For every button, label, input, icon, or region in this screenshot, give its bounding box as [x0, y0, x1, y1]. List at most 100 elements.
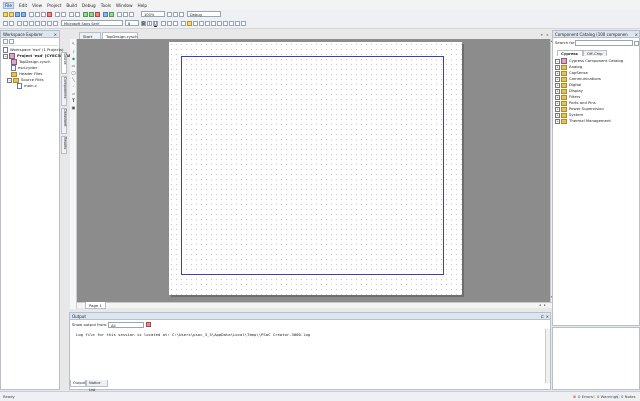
- pin-icon[interactable]: ⊏: [541, 313, 544, 320]
- catalog-item-system[interactable]: + System: [555, 112, 583, 118]
- text-align-center-icon[interactable]: [167, 21, 172, 26]
- delete-icon[interactable]: [47, 12, 52, 17]
- snap-icon[interactable]: [9, 21, 14, 26]
- rotate-icon[interactable]: [217, 21, 222, 26]
- catalog-item-filters[interactable]: + Filters: [555, 94, 580, 100]
- close-icon[interactable]: ×: [635, 31, 638, 38]
- dash-style-icon[interactable]: [211, 21, 216, 26]
- tab-list-dropdown-icon[interactable]: ▾: [541, 33, 543, 37]
- catalog-item-thermal-management[interactable]: + Thermal Management: [555, 118, 611, 124]
- expand-toggle-icon[interactable]: +: [555, 64, 560, 70]
- catalog-item-analog[interactable]: + Analog: [555, 64, 582, 70]
- side-tab-components[interactable]: Components: [61, 76, 67, 106]
- tab-cypress[interactable]: Cypress: [557, 50, 583, 56]
- catalog-item-display[interactable]: + Display: [555, 88, 583, 94]
- schematic-sheet[interactable]: [169, 42, 462, 295]
- collapse-toggle-icon[interactable]: −: [3, 53, 8, 59]
- save-all-icon[interactable]: [21, 12, 26, 17]
- rebuild-icon[interactable]: [89, 12, 94, 17]
- catalog-item-capsense[interactable]: + CapSense: [555, 70, 588, 76]
- undo-icon[interactable]: [55, 12, 60, 17]
- menu-help[interactable]: Help: [138, 3, 148, 8]
- paste-icon[interactable]: [41, 12, 46, 17]
- expand-toggle-icon[interactable]: +: [555, 70, 560, 76]
- scroll-left-icon[interactable]: ◂: [539, 303, 541, 307]
- rectangle-tool-icon[interactable]: ▭: [71, 63, 76, 68]
- new-file-icon[interactable]: [3, 12, 8, 17]
- tree-item-topdesign[interactable]: TopDesign.cysch: [11, 59, 51, 65]
- ungroup-icon[interactable]: [235, 21, 240, 26]
- line-tool-icon[interactable]: ╲: [71, 77, 76, 82]
- zoom-combo[interactable]: 100%: [141, 11, 165, 17]
- menu-project[interactable]: Project: [47, 3, 61, 8]
- tab-output[interactable]: Output: [70, 380, 86, 387]
- replace-icon[interactable]: [75, 12, 80, 17]
- tab-notice-list[interactable]: Notice List: [86, 380, 108, 392]
- component-tool-icon[interactable]: ◆: [71, 56, 76, 61]
- copy-icon[interactable]: [35, 12, 40, 17]
- fill-color-icon[interactable]: [187, 21, 192, 26]
- align-right-icon[interactable]: [29, 21, 34, 26]
- menu-debug[interactable]: Debug: [82, 3, 96, 8]
- polygon-tool-icon[interactable]: ▱: [71, 91, 76, 96]
- send-back-icon[interactable]: [53, 21, 58, 26]
- align-center-icon[interactable]: [23, 21, 28, 26]
- tree-item-workspace[interactable]: Workspace 'esd' (1 Projects): [3, 47, 64, 53]
- scroll-right-icon[interactable]: ▸: [544, 303, 546, 307]
- side-tab-source[interactable]: Source: [61, 52, 67, 74]
- catalog-item-communications[interactable]: + Communications: [555, 76, 601, 82]
- expand-toggle-icon[interactable]: +: [555, 88, 560, 94]
- bring-front-icon[interactable]: [47, 21, 52, 26]
- expand-toggle-icon[interactable]: +: [555, 118, 560, 124]
- flip-icon[interactable]: [223, 21, 228, 26]
- menu-view[interactable]: View: [32, 3, 42, 8]
- expand-toggle-icon[interactable]: +: [555, 112, 560, 118]
- redo-icon[interactable]: [61, 12, 66, 17]
- catalog-item-power-supervision[interactable]: + Power Supervision: [555, 106, 604, 112]
- program-icon[interactable]: [103, 12, 108, 17]
- pointer-tool-icon[interactable]: ↖: [71, 41, 76, 46]
- select-icon[interactable]: [117, 12, 122, 17]
- tab-start-page[interactable]: Start Page: [79, 32, 101, 46]
- zoom-in-icon[interactable]: [167, 12, 172, 17]
- clear-output-icon[interactable]: [146, 322, 151, 327]
- cut-icon[interactable]: [29, 12, 34, 17]
- tree-item-main-c[interactable]: main.c: [17, 83, 37, 89]
- tab-off-chip[interactable]: Off-Chip: [583, 50, 607, 56]
- zoom-out-icon[interactable]: [173, 12, 178, 17]
- more-options-icon[interactable]: [241, 21, 246, 26]
- arrow-style-icon[interactable]: [205, 21, 210, 26]
- collapse-toggle-icon[interactable]: −: [555, 58, 560, 64]
- output-source-dropdown[interactable]: All: [108, 322, 144, 328]
- catalog-item-digital[interactable]: + Digital: [555, 82, 581, 88]
- text-tool-icon[interactable]: T: [71, 98, 76, 103]
- line-color-icon[interactable]: [181, 21, 186, 26]
- expand-toggle-icon[interactable]: +: [555, 82, 560, 88]
- underline-icon[interactable]: U: [153, 21, 158, 26]
- expand-toggle-icon[interactable]: +: [555, 94, 560, 100]
- italic-icon[interactable]: I: [147, 21, 152, 26]
- collapse-toggle-icon[interactable]: −: [7, 77, 12, 83]
- line-width-icon[interactable]: [199, 21, 204, 26]
- font-family-combo[interactable]: Microsoft Sans Serif: [61, 20, 123, 26]
- save-icon[interactable]: [15, 12, 20, 17]
- close-icon[interactable]: ×: [54, 31, 57, 38]
- config-combo[interactable]: Debug: [187, 11, 221, 17]
- zoom-select-icon[interactable]: [129, 12, 134, 17]
- menu-window[interactable]: Window: [116, 3, 133, 8]
- expand-toggle-icon[interactable]: +: [555, 100, 560, 106]
- zoom-fit-icon[interactable]: [179, 12, 184, 17]
- expand-toggle-icon[interactable]: +: [555, 76, 560, 82]
- open-folder-icon[interactable]: [9, 12, 14, 17]
- catalog-search-input[interactable]: [575, 40, 633, 46]
- tree-item-cydwr[interactable]: esd.cydwr: [11, 65, 37, 71]
- side-tab-results[interactable]: Results: [61, 136, 67, 154]
- page-tab[interactable]: Page 1: [85, 302, 106, 309]
- pan-icon[interactable]: [123, 12, 128, 17]
- expand-toggle-icon[interactable]: +: [555, 106, 560, 112]
- tree-item-header-files[interactable]: Header Files: [11, 71, 42, 77]
- menu-tools[interactable]: Tools: [101, 3, 111, 8]
- bold-icon[interactable]: B: [141, 21, 146, 26]
- debug-icon[interactable]: [109, 12, 114, 17]
- canvas-horizontal-scrollbar[interactable]: Page 1 ◂ ▸: [77, 302, 555, 309]
